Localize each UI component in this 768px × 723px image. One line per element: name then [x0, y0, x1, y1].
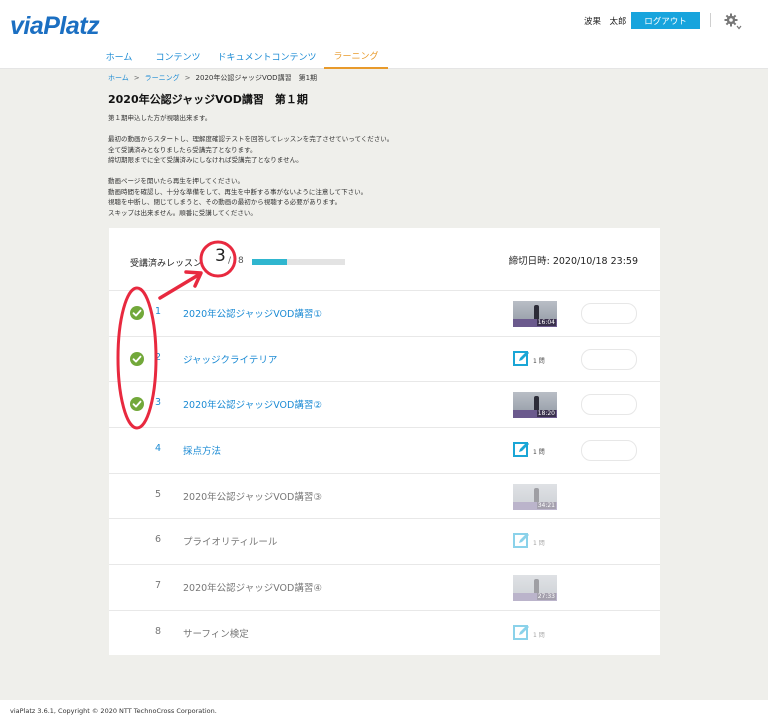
lesson-number: 4	[155, 443, 162, 455]
progress-completed-count: 3	[215, 246, 226, 266]
nav-item-contents[interactable]: コンテンツ	[151, 44, 205, 69]
video-duration: 16:04	[536, 319, 556, 326]
nav-item-home[interactable]: ホーム	[99, 44, 139, 69]
progress-bar-fill	[252, 259, 287, 265]
description-line: 第１期申込した方が視聴出来ます。	[108, 114, 212, 122]
nav-item-learning[interactable]: ラーニング	[324, 44, 388, 69]
lesson-status-button[interactable]	[581, 394, 637, 416]
check-circle-icon	[130, 351, 144, 366]
breadcrumb-separator: >	[133, 74, 140, 82]
page-title: 2020年公認ジャッジVOD講習 第１期	[108, 93, 308, 106]
main-nav: ホーム コンテンツ ドキュメントコンテンツ ラーニング	[0, 44, 768, 69]
question-count: 1 問	[533, 357, 545, 365]
progress-bar	[252, 259, 345, 265]
lesson-row: 6 プライオリティルール 1 問	[109, 518, 660, 564]
copyright-text: viaPlatz 3.6.1, Copyright © 2020 NTT Tec…	[10, 707, 217, 715]
lesson-status-button[interactable]	[581, 348, 637, 370]
lesson-title: 2020年公認ジャッジVOD講習③	[183, 491, 322, 503]
deadline-text: 締切日時: 2020/10/18 23:59	[508, 256, 638, 267]
quiz-edit-icon	[513, 349, 531, 371]
lesson-number: 1	[155, 306, 162, 317]
video-duration: 18:20	[536, 410, 556, 418]
header-divider	[710, 13, 711, 27]
description-line: 動画ページを開いたら再生を押してください。	[108, 177, 244, 185]
video-thumbnail: 27:33	[513, 575, 557, 602]
nav-item-document-contents[interactable]: ドキュメントコンテンツ	[216, 44, 318, 69]
lesson-row[interactable]: 1 2020年公認ジャッジVOD講習① 16:04	[109, 290, 660, 336]
lesson-card: 受講済みレッスン 3 / 8 締切日時: 2020/10/18 23:59 1 2…	[109, 228, 660, 655]
description-line: 締切期限までに全て受講済みにしなければ受講完了となりません。	[108, 156, 303, 164]
question-count: 1 問	[533, 540, 545, 548]
lesson-status-button[interactable]	[581, 440, 637, 462]
course-description: 第１期申込した方が視聴出来ます。 最初の動画からスタートし、理解度確認テストを回…	[108, 113, 393, 218]
lesson-list: 1 2020年公認ジャッジVOD講習① 16:04 2 ジャッジクライテリア 1 問 3 20…	[109, 290, 660, 656]
logout-button[interactable]: ログアウト	[631, 12, 700, 29]
lesson-row[interactable]: 2 ジャッジクライテリア 1 問	[109, 335, 660, 382]
lesson-title[interactable]: 採点方法	[183, 443, 221, 457]
lesson-number: 7	[155, 580, 162, 592]
lesson-title: サーフィン検定	[183, 628, 249, 640]
lesson-row[interactable]: 4 採点方法 1 問	[109, 427, 660, 473]
viaplatz-logo[interactable]: viaPlatz	[10, 12, 100, 41]
breadcrumb-separator: >	[184, 74, 191, 82]
video-thumbnail[interactable]: 18:20	[513, 392, 557, 419]
description-line: 視聴を中断し、閉じてしまうと、その動画の最初から視聴する必要があります。	[108, 198, 342, 206]
lesson-status-button[interactable]	[581, 303, 637, 324]
check-circle-icon	[130, 397, 144, 412]
progress-slash: /	[228, 256, 232, 266]
gear-icon[interactable]	[722, 11, 742, 31]
lesson-number: 5	[155, 488, 162, 500]
quiz-edit-icon	[513, 531, 531, 553]
breadcrumb-home[interactable]: ホーム	[108, 74, 129, 82]
description-line: 動画時間を確認し、十分な準備をして、再生を中断する事がないように注意して下さい。	[108, 187, 368, 196]
lesson-row: 5 2020年公認ジャッジVOD講習③ 34:21	[109, 472, 660, 519]
lesson-number: 3	[155, 397, 162, 409]
breadcrumb: ホーム > ラーニング >2020年公認ジャッジVOD講習 第1期	[108, 73, 317, 83]
video-thumbnail[interactable]: 16:04	[513, 301, 557, 327]
quiz-edit-icon	[513, 440, 531, 462]
question-count: 1 問	[533, 449, 545, 457]
quiz-edit-icon	[513, 623, 531, 645]
progress-label: 受講済みレッスン	[130, 259, 203, 269]
breadcrumb-current: 2020年公認ジャッジVOD講習 第1期	[195, 74, 318, 82]
lesson-title: 2020年公認ジャッジVOD講習④	[183, 583, 322, 595]
lesson-row: 7 2020年公認ジャッジVOD講習④ 27:33	[109, 564, 660, 610]
user-name: 波果 太郎	[584, 17, 627, 27]
question-count: 1 問	[533, 631, 545, 639]
lesson-number: 6	[155, 534, 162, 546]
description-line: 最初の動画からスタートし、理解度確認テストを回答してレッスンを完了させていってく…	[108, 135, 394, 143]
video-duration: 27:33	[536, 593, 556, 601]
breadcrumb-learning[interactable]: ラーニング	[145, 74, 180, 82]
progress-total-count: 8	[238, 256, 244, 266]
check-circle-icon	[130, 306, 144, 320]
lesson-row[interactable]: 3 2020年公認ジャッジVOD講習② 18:20	[109, 381, 660, 427]
description-line: 全て受講済みとなりましたら受講完了となります。	[108, 145, 257, 154]
lesson-number: 2	[155, 351, 162, 363]
app-header: viaPlatz 波果 太郎 ログアウト	[0, 0, 768, 44]
video-duration: 34:21	[536, 501, 556, 509]
lesson-title[interactable]: 2020年公認ジャッジVOD講習①	[183, 306, 322, 320]
lesson-title[interactable]: 2020年公認ジャッジVOD講習②	[183, 397, 322, 411]
lesson-title[interactable]: ジャッジクライテリア	[183, 352, 277, 366]
lesson-number: 8	[155, 625, 162, 637]
lesson-title: プライオリティルール	[183, 537, 278, 549]
lesson-row: 8 サーフィン検定 1 問	[109, 609, 660, 656]
description-line: スキップは出来ません。順番に受講してください。	[108, 208, 257, 217]
video-thumbnail: 34:21	[513, 483, 557, 510]
